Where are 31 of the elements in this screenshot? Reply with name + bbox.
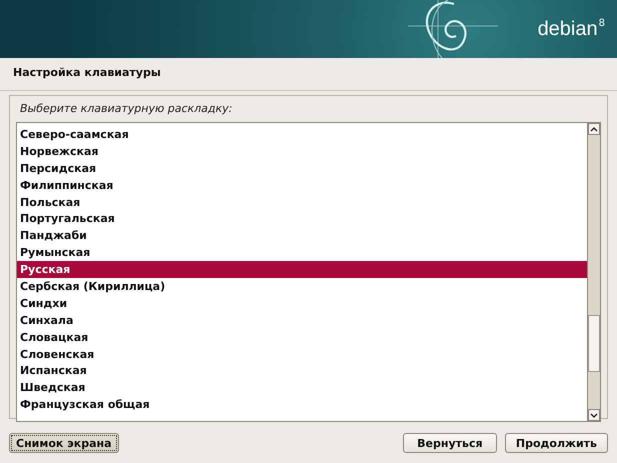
layout-item[interactable]: Португальская — [17, 210, 587, 228]
caret-up-icon — [590, 126, 598, 132]
prompt-text: Выберите клавиатурную раскладку: — [19, 101, 234, 117]
layout-item[interactable]: Персидская — [17, 160, 587, 177]
back-button[interactable]: Вернуться — [402, 433, 497, 453]
page-title: Настройка клавиатуры — [12, 65, 162, 81]
layout-item[interactable]: Панджаби — [17, 227, 587, 244]
layout-item[interactable]: Словацкая — [17, 328, 587, 346]
screenshot-button[interactable]: Снимок экрана — [9, 433, 119, 453]
layout-item[interactable]: Русская — [17, 261, 587, 278]
layout-item[interactable]: Синхала — [17, 312, 587, 329]
layout-item[interactable]: Румынская — [17, 244, 587, 262]
scroll-down-button[interactable] — [588, 409, 600, 421]
layout-item[interactable]: Северо-саамская — [17, 126, 587, 143]
logo-text: debian — [538, 18, 598, 40]
scroll-up-button[interactable] — [588, 123, 600, 135]
layout-item[interactable]: Шведская — [17, 379, 587, 396]
scroll-thumb[interactable] — [588, 315, 600, 372]
layout-item[interactable]: Польская — [17, 194, 587, 210]
layout-item[interactable]: Французская общая — [17, 396, 587, 414]
caret-down-icon — [590, 412, 598, 418]
layout-item[interactable]: Норвежская — [17, 142, 587, 160]
scrollbar[interactable] — [587, 123, 600, 421]
layout-item[interactable]: Испанская — [17, 362, 587, 380]
swirl-logo-icon — [408, 0, 498, 58]
layout-item[interactable]: Словенская — [17, 346, 587, 362]
continue-button[interactable]: Продолжить — [504, 433, 608, 453]
layout-item[interactable]: Филиппинская — [17, 176, 587, 194]
version-number: 8 — [598, 18, 605, 28]
layout-item[interactable]: Сербская (Кириллица) — [17, 278, 587, 295]
layout-item[interactable]: Синдхи — [17, 294, 587, 312]
